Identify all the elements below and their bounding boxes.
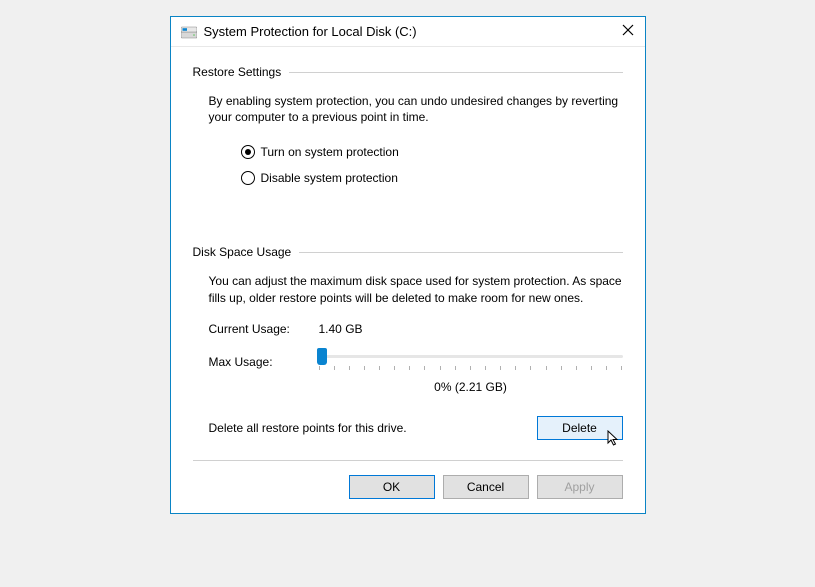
apply-button[interactable]: Apply	[537, 475, 623, 499]
radio-turn-on-protection[interactable]: Turn on system protection	[241, 145, 623, 159]
radio-selected-icon	[241, 145, 255, 159]
titlebar: System Protection for Local Disk (C:)	[171, 17, 645, 47]
restore-description: By enabling system protection, you can u…	[209, 93, 623, 125]
dialog-title: System Protection for Local Disk (C:)	[204, 24, 621, 39]
max-usage-slider[interactable]	[319, 348, 623, 376]
delete-button[interactable]: Delete	[537, 416, 623, 440]
disk-space-section: Disk Space Usage You can adjust the maxi…	[193, 245, 623, 439]
slider-thumb[interactable]	[317, 348, 327, 365]
system-protection-dialog: System Protection for Local Disk (C:) Re…	[170, 16, 646, 514]
current-usage-label: Current Usage:	[209, 322, 319, 336]
max-usage-label: Max Usage:	[209, 355, 319, 369]
drive-icon	[181, 24, 197, 40]
disk-space-heading: Disk Space Usage	[193, 245, 292, 259]
close-button[interactable]	[621, 23, 635, 40]
ok-button[interactable]: OK	[349, 475, 435, 499]
current-usage-value: 1.40 GB	[319, 322, 363, 336]
radio-disable-label: Disable system protection	[261, 171, 398, 185]
cancel-button[interactable]: Cancel	[443, 475, 529, 499]
close-icon	[621, 23, 635, 37]
max-usage-value: 0% (2.21 GB)	[209, 380, 623, 394]
restore-settings-section: Restore Settings By enabling system prot…	[193, 65, 623, 185]
current-usage-row: Current Usage: 1.40 GB	[209, 322, 623, 336]
disk-description: You can adjust the maximum disk space us…	[209, 273, 623, 305]
delete-description: Delete all restore points for this drive…	[209, 421, 407, 435]
radio-disable-protection[interactable]: Disable system protection	[241, 171, 623, 185]
radio-unselected-icon	[241, 171, 255, 185]
dialog-footer: OK Cancel Apply	[193, 461, 623, 499]
restore-settings-heading: Restore Settings	[193, 65, 282, 79]
radio-turn-on-label: Turn on system protection	[261, 145, 399, 159]
